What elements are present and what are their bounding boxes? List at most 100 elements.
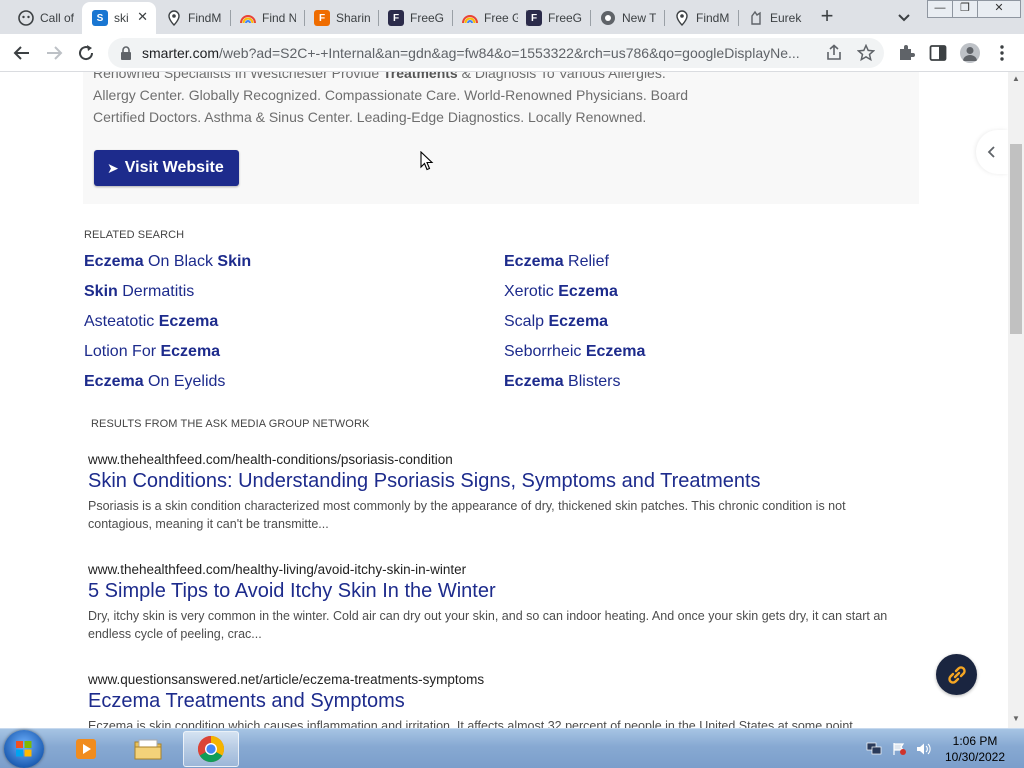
address-bar[interactable]: smarter.com/web?ad=S2C+-+Internal&an=gdn… <box>108 38 884 68</box>
browser-tab[interactable]: F FreeG <box>516 4 590 32</box>
rainbow-icon <box>240 10 256 26</box>
network-tray-icon[interactable] <box>866 742 882 756</box>
map-pin-icon <box>166 10 182 26</box>
tab-label: FreeG <box>410 11 444 25</box>
url-text[interactable]: smarter.com/web?ad=S2C+-+Internal&an=gdn… <box>142 45 822 61</box>
chrome-icon <box>600 10 616 26</box>
scroll-up-arrow-icon[interactable]: ▲ <box>1011 74 1021 84</box>
browser-tab[interactable]: Sski ✕ <box>82 2 156 34</box>
result-url[interactable]: www.questionsanswered.net/article/eczema… <box>88 672 918 687</box>
tab-label: FindM <box>696 11 730 25</box>
tab-label: FindM <box>188 11 222 25</box>
new-tab-button[interactable]: + <box>816 5 838 28</box>
related-search-heading: RELATED SEARCH <box>84 229 185 241</box>
visit-website-label: Visit Website <box>124 159 224 176</box>
result-snippet: Psoriasis is a skin condition characteri… <box>88 499 846 531</box>
result-title-link[interactable]: Skin Conditions: Understanding Psoriasis… <box>88 470 918 493</box>
browser-tab[interactable]: Find N <box>230 4 304 32</box>
related-search-link[interactable]: Asteatotic Eczema <box>84 313 218 331</box>
related-search-link[interactable]: Xerotic Eczema <box>504 283 618 301</box>
volume-speaker-icon[interactable] <box>915 742 931 756</box>
search-result: www.thehealthfeed.com/healthy-living/avo… <box>88 562 918 643</box>
browser-tab[interactable]: F Sharin <box>304 4 378 32</box>
related-search-link[interactable]: Eczema On Eyelids <box>84 373 225 391</box>
reload-icon <box>79 45 94 61</box>
scrollbar-thumb[interactable] <box>1010 144 1022 334</box>
result-title-link[interactable]: Eczema Treatments and Symptoms <box>88 690 918 713</box>
result-title-link[interactable]: 5 Simple Tips to Avoid Itchy Skin In the… <box>88 580 918 603</box>
taskbar-file-explorer[interactable] <box>120 731 176 767</box>
ad-text-1c: & Diagnosis To Various Allergies. <box>457 72 666 81</box>
windows-logo-icon <box>16 741 32 757</box>
result-url[interactable]: www.thehealthfeed.com/health-conditions/… <box>88 452 918 467</box>
taskbar-chrome[interactable] <box>183 731 239 767</box>
ad-text-2: Allergy Center. Globally Recognized. Com… <box>93 87 689 103</box>
back-arrow-icon <box>13 46 29 60</box>
related-search-link[interactable]: Seborrheic Eczema <box>504 343 645 361</box>
related-search-link[interactable]: Skin Dermatitis <box>84 283 194 301</box>
profile-avatar[interactable] <box>960 43 980 63</box>
browser-tab[interactable]: Eurek <box>738 4 812 32</box>
maximize-button[interactable]: ❐ <box>952 0 978 18</box>
web-page-content: Renowned Specialists In Westchester Prov… <box>0 72 1008 728</box>
page-scrollbar[interactable]: ▲ ▼ <box>1008 72 1024 728</box>
related-search-link[interactable]: Eczema Relief <box>504 253 609 271</box>
smarter-s-icon: S <box>92 10 108 26</box>
close-tab-icon[interactable]: ✕ <box>137 10 148 23</box>
related-search-link[interactable]: Scalp Eczema <box>504 313 608 331</box>
action-center-flag-icon[interactable] <box>891 742 907 756</box>
browser-tab[interactable]: F FreeG <box>378 4 452 32</box>
tab-label: Sharin <box>336 11 370 25</box>
ad-card: Renowned Specialists In Westchester Prov… <box>83 72 919 204</box>
folder-icon <box>134 739 162 760</box>
browser-tab[interactable]: Call of <box>8 4 82 32</box>
freeg-icon: F <box>388 10 404 26</box>
taskbar-media-player[interactable] <box>58 731 114 767</box>
windows-taskbar: 1:06 PM 10/30/2022 <box>0 728 1024 768</box>
start-button[interactable] <box>4 730 44 768</box>
result-url[interactable]: www.thehealthfeed.com/healthy-living/avo… <box>88 562 918 577</box>
related-search-link[interactable]: Eczema On Black Skin <box>84 253 251 271</box>
minimize-button[interactable]: — <box>927 0 953 18</box>
bookmark-star-icon[interactable] <box>857 44 875 62</box>
browser-tab[interactable]: FindM <box>156 4 230 32</box>
browser-tab[interactable]: Free G <box>452 4 526 32</box>
browser-tab[interactable]: New T <box>590 4 664 32</box>
related-search-link[interactable]: Lotion For Eczema <box>84 343 220 361</box>
person-icon <box>963 47 977 61</box>
call-of-icon <box>18 10 34 26</box>
side-drawer-toggle[interactable] <box>976 130 1008 174</box>
visit-website-button[interactable]: ➤ Visit Website <box>94 150 239 186</box>
side-panel-icon[interactable] <box>928 43 948 63</box>
send-arrow-icon: ➤ <box>107 159 119 176</box>
back-button[interactable] <box>10 41 34 65</box>
ad-text-1b: Treatments <box>383 72 458 81</box>
tab-label: Eurek <box>770 11 802 25</box>
share-icon[interactable] <box>825 44 843 62</box>
tab-label: Free G <box>484 11 518 25</box>
mouse-cursor-icon <box>420 151 434 171</box>
system-clock[interactable]: 1:06 PM 10/30/2022 <box>940 733 1010 765</box>
clock-time: 1:06 PM <box>952 734 998 748</box>
eureka-icon <box>748 10 764 26</box>
floating-link-button[interactable] <box>936 654 977 695</box>
ad-text-1a: Renowned Specialists In Westchester Prov… <box>93 72 383 81</box>
reload-button[interactable] <box>74 41 98 65</box>
scroll-down-arrow-icon[interactable]: ▼ <box>1011 714 1021 724</box>
rainbow-icon <box>462 10 478 26</box>
results-heading: RESULTS FROM THE ASK MEDIA GROUP NETWORK <box>91 418 370 430</box>
menu-kebab-icon[interactable] <box>992 43 1012 63</box>
tab-search-icon[interactable] <box>894 8 914 26</box>
extensions-puzzle-icon[interactable] <box>896 43 916 63</box>
browser-tab[interactable]: FindM <box>664 4 738 32</box>
lock-icon[interactable] <box>120 46 132 60</box>
chevron-left-icon <box>987 146 995 158</box>
link-chain-icon <box>947 665 966 684</box>
close-window-button[interactable]: ✕ <box>977 0 1021 18</box>
related-search-link[interactable]: Eczema Blisters <box>504 373 621 391</box>
browser-toolbar: smarter.com/web?ad=S2C+-+Internal&an=gdn… <box>0 34 1024 72</box>
tab-label: Call of <box>40 11 74 25</box>
search-result: www.questionsanswered.net/article/eczema… <box>88 672 918 728</box>
result-snippet: Dry, itchy skin is very common in the wi… <box>88 609 888 641</box>
forward-button[interactable] <box>42 41 66 65</box>
